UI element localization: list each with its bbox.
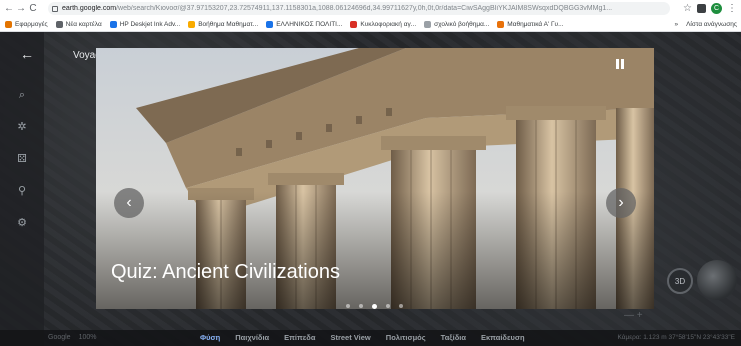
bookmark-item[interactable]: Νέα καρτέλα [55, 20, 102, 28]
bookmark-item[interactable]: Κυκλοφοριακή αγ... [350, 20, 417, 28]
tab-2[interactable]: Επίπεδα [284, 333, 315, 342]
bookmark-label: Νέα καρτέλα [65, 20, 102, 28]
mini-globe-icon[interactable] [697, 260, 737, 300]
bookmarks-more-icon[interactable]: » [674, 21, 678, 28]
bookmark-item[interactable]: Βοήθημα Μαθηματ... [188, 20, 259, 28]
extensions-icon[interactable] [697, 4, 706, 13]
bookmark-icon [109, 20, 117, 28]
star-icon[interactable]: ☆ [683, 3, 692, 14]
settings-icon[interactable]: ⚙ [15, 216, 29, 230]
slide-dot[interactable] [372, 303, 377, 309]
bookmark-icon [266, 20, 274, 28]
tab-0[interactable]: Φύση [200, 333, 220, 342]
next-slide-button[interactable]: › [606, 188, 636, 218]
tab-1[interactable]: Παιχνίδια [235, 333, 269, 342]
projects-icon[interactable]: ⚲ [15, 184, 29, 198]
dice-icon[interactable]: ⚄ [15, 152, 29, 166]
bookmark-label: HP Deskjet Ink Adv... [119, 20, 181, 28]
tab-6[interactable]: Εκπαίδευση [481, 333, 525, 342]
bookmark-label: Εφαρμογές [15, 20, 48, 28]
tab-5[interactable]: Ταξίδια [441, 333, 466, 342]
prev-slide-button[interactable]: ‹ [114, 188, 144, 218]
slide-dot[interactable] [359, 304, 363, 308]
bookmark-label: Κυκλοφοριακή αγ... [360, 20, 417, 28]
bookmark-label: ΕΛΛΗΝΙΚΟΣ ΠΟΛΙΤΙ... [276, 20, 343, 28]
zoom-level: 100% [78, 334, 97, 341]
bookmark-icon [5, 20, 12, 28]
left-rail: ⌕ ✲ ⚄ ⚲ ⚙ [0, 32, 44, 346]
bookmark-item[interactable]: Εφαρμογές [5, 20, 48, 28]
google-logo: Google [48, 334, 71, 341]
bookmark-icon [55, 20, 63, 28]
bookmark-item[interactable]: ΕΛΛΗΝΙΚΟΣ ΠΟΛΙΤΙ... [266, 20, 343, 28]
reading-list-button[interactable]: Λίστα ανάγνωσης [686, 21, 737, 28]
bookmark-icon [497, 20, 505, 28]
zoom-controls[interactable]: — + [624, 310, 643, 321]
menu-dots-icon[interactable]: ⋮ [727, 3, 737, 14]
slide-dot[interactable] [346, 304, 350, 308]
bookmark-item[interactable]: HP Deskjet Ink Adv... [109, 20, 181, 28]
voyager-icon[interactable]: ✲ [15, 120, 29, 134]
bookmarks-bar: Εφαρμογές Νέα καρτέλα HP Deskjet Ink Adv..… [0, 17, 741, 32]
search-icon[interactable]: ⌕ [15, 88, 29, 102]
browser-toolbar: ← → C earth.google.com/web/search/Κιονοσ… [0, 0, 741, 17]
lock-icon [52, 5, 58, 12]
slide-dots [346, 303, 403, 309]
bookmark-label: Μαθηματικά Α' Γυ... [507, 20, 564, 28]
bookmark-icon [188, 20, 196, 28]
slide-dot[interactable] [386, 304, 390, 308]
story-title: Quiz: Ancient Civilizations [111, 261, 340, 283]
back-arrow-icon[interactable]: ← [3, 0, 15, 17]
tab-4[interactable]: Πολιτισμός [386, 333, 426, 342]
view-3d-button[interactable]: 3D [667, 268, 693, 294]
slide-dot[interactable] [399, 304, 403, 308]
earth-view[interactable]: ⌕ ✲ ⚄ ⚲ ⚙ ← Voyager ‹ › Quiz: Ancient Ci… [0, 32, 741, 346]
forward-arrow-icon[interactable]: → [15, 0, 27, 17]
reload-icon[interactable]: C [27, 0, 39, 17]
url-text: earth.google.com/web/search/Κιονοσ/@37.9… [62, 5, 613, 12]
camera-coords: Κάμερα: 1.123 m 37°58'15"N 23°43'33"E [617, 334, 735, 341]
category-tabs: Φύση Παιχνίδια Επίπεδα Street View Πολιτισμό… [200, 333, 525, 342]
address-bar[interactable]: earth.google.com/web/search/Κιονοσ/@37.9… [48, 2, 670, 15]
bookmark-icon [424, 20, 432, 28]
pause-icon[interactable] [616, 59, 628, 71]
voyager-back-icon[interactable]: ← [20, 46, 34, 62]
avatar[interactable]: C [711, 3, 722, 14]
bookmark-item[interactable]: Μαθηματικά Α' Γυ... [497, 20, 564, 28]
bottom-bar: Google 100% Φύση Παιχνίδια Επίπεδα Street V… [0, 330, 741, 346]
story-photo: ‹ › Quiz: Ancient Civilizations [96, 48, 654, 309]
tab-3[interactable]: Street View [330, 333, 370, 342]
bookmark-label: σχολικό βοήθημα... [434, 20, 490, 28]
bookmark-icon [350, 20, 358, 28]
bookmark-item[interactable]: σχολικό βοήθημα... [424, 20, 490, 28]
bookmark-label: Βοήθημα Μαθηματ... [198, 20, 259, 28]
